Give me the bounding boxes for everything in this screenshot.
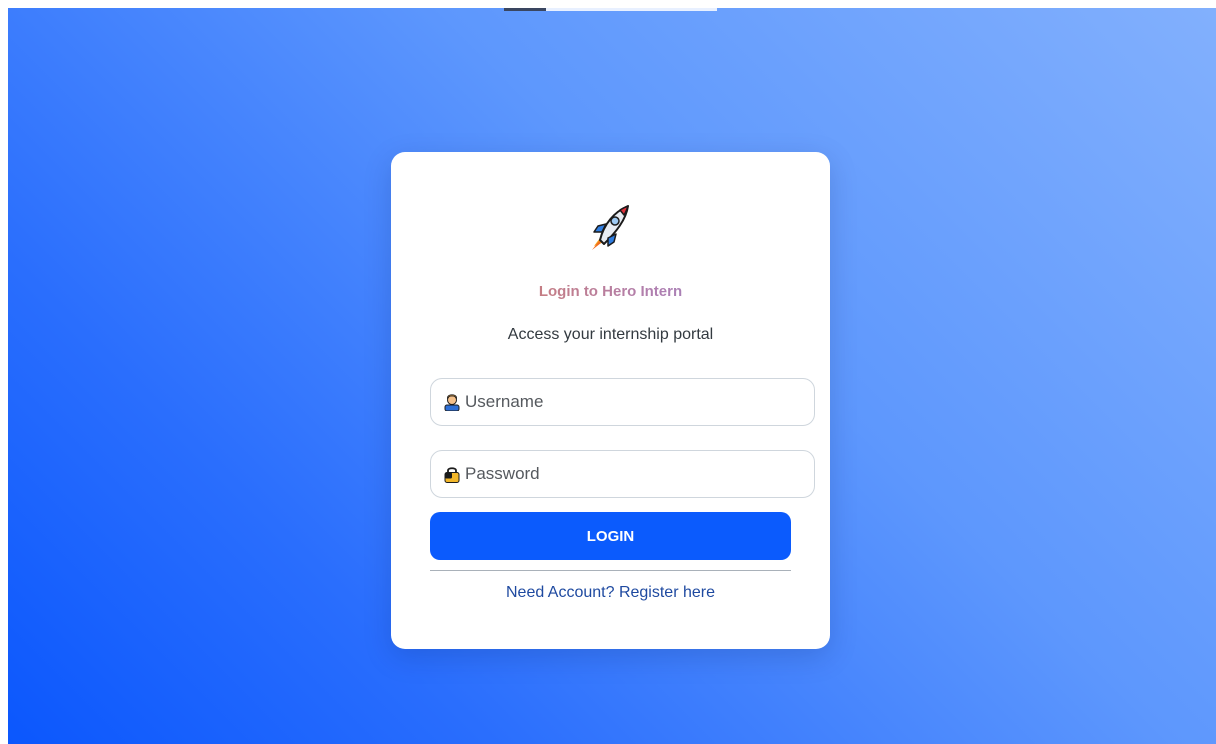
user-icon — [444, 394, 460, 411]
page-background: Login to Hero Intern Access your interns… — [8, 8, 1216, 744]
login-title: Login to Hero Intern — [391, 283, 830, 300]
password-field[interactable] — [430, 450, 815, 498]
lock-icon — [444, 467, 460, 483]
divider — [430, 570, 791, 571]
username-input[interactable] — [465, 379, 805, 425]
top-edge-bar — [504, 8, 717, 11]
login-subtitle: Access your internship portal — [507, 326, 714, 343]
register-link[interactable]: Need Account? Register here — [391, 584, 830, 602]
login-card: Login to Hero Intern Access your interns… — [391, 152, 830, 649]
password-input[interactable] — [465, 451, 805, 497]
login-button[interactable]: LOGIN — [430, 512, 791, 560]
username-field[interactable] — [430, 378, 815, 426]
rocket-icon — [592, 205, 629, 250]
